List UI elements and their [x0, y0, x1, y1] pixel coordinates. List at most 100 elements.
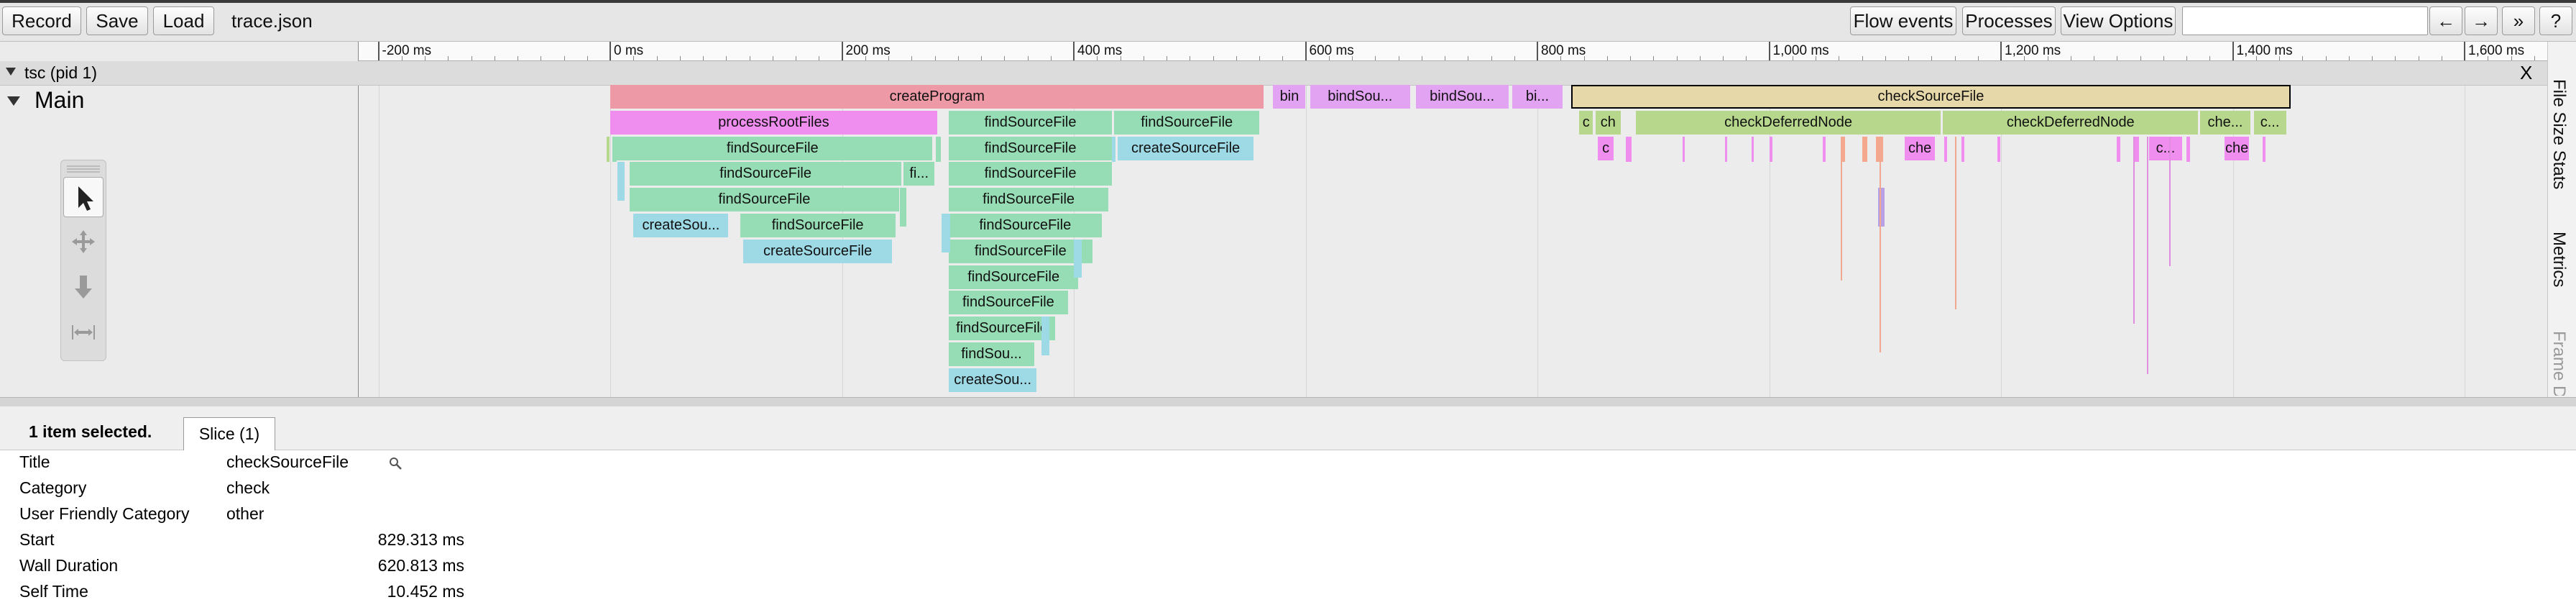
trace-slice[interactable]: findSourceFile	[948, 162, 1113, 186]
trace-slice-small[interactable]	[1074, 239, 1082, 278]
trace-slice[interactable]: checkDeferredNode	[1636, 110, 1941, 135]
trace-slice[interactable]: processRootFiles	[610, 110, 937, 135]
side-tab-metrics[interactable]: Metrics	[2549, 232, 2569, 287]
trace-slice[interactable]: findSourceFile	[948, 265, 1079, 289]
trace-slice[interactable]: findSourceFile	[948, 317, 1056, 341]
save-button[interactable]: Save	[86, 6, 148, 35]
trace-slice[interactable]: c	[1579, 110, 1593, 135]
trace-slice-small[interactable]	[1822, 136, 1826, 163]
trace-slice-small[interactable]	[2147, 136, 2149, 374]
side-tab-file-size-stats[interactable]: File Size Stats	[2549, 79, 2569, 189]
ruler-tick-label: 800 ms	[1541, 43, 1586, 58]
trace-slice[interactable]: che	[1905, 136, 1936, 160]
trace-slice-small[interactable]	[1769, 136, 1772, 163]
search-next-button[interactable]: →	[2465, 6, 2498, 35]
trace-slice-small[interactable]	[2263, 136, 2266, 163]
palette-drag-handle[interactable]	[67, 165, 100, 173]
trace-slice[interactable]: c	[1597, 136, 1614, 160]
trace-slice[interactable]: findSourceFile	[948, 214, 1102, 237]
trace-slice-small[interactable]	[1879, 136, 1881, 352]
trace-slice-small[interactable]	[1752, 136, 1754, 163]
trace-slice[interactable]: findSourceFile	[948, 136, 1113, 160]
trace-slice-small[interactable]	[2133, 136, 2135, 324]
trace-slice[interactable]: createSourceFile	[1118, 136, 1254, 160]
trace-slice[interactable]: bindSou...	[1415, 85, 1509, 109]
trace-slice[interactable]: findSourceFile	[948, 110, 1113, 135]
pan-tool-icon[interactable]	[63, 222, 104, 262]
property-value[interactable]: checkSourceFile	[226, 449, 349, 475]
ruler-minor-tick	[888, 56, 889, 60]
trace-slice-small[interactable]	[1041, 317, 1049, 355]
trace-slice-small[interactable]	[1725, 136, 1728, 163]
ruler-tick-mark	[2464, 42, 2465, 60]
trace-slice[interactable]: bindSou...	[1310, 85, 1410, 109]
trace-slice[interactable]: findSourceFile	[630, 162, 901, 186]
trace-slice-small[interactable]	[936, 136, 942, 163]
trace-slice[interactable]: findSourceFile	[948, 291, 1068, 315]
trace-slice-small[interactable]	[607, 136, 610, 163]
trace-slice[interactable]: createProgram	[610, 85, 1264, 109]
trace-slice-small[interactable]	[1961, 136, 1965, 163]
trace-slice[interactable]: che...	[2200, 110, 2250, 135]
trace-slice[interactable]: fi...	[903, 162, 935, 186]
collapse-process-icon[interactable]	[6, 68, 16, 76]
trace-slice-small[interactable]	[1862, 136, 1867, 163]
trace-slice-small[interactable]	[942, 214, 951, 252]
trace-slice[interactable]: bin	[1273, 85, 1306, 109]
trace-slice[interactable]: checkDeferredNode	[1943, 110, 2199, 135]
side-tab-frame-data[interactable]: Frame D	[2549, 331, 2569, 396]
search-input[interactable]	[2182, 6, 2428, 35]
search-icon[interactable]	[388, 456, 402, 470]
trace-slice[interactable]: findSourceFile	[612, 136, 933, 160]
trace-slice[interactable]: findSourceFile	[948, 188, 1109, 212]
trace-slice-small[interactable]	[2186, 136, 2190, 163]
property-value: 620.813 ms	[377, 556, 464, 575]
trace-slice-small[interactable]	[900, 188, 907, 227]
flow-events-button[interactable]: Flow events	[1850, 6, 1956, 35]
trace-slice-small[interactable]	[612, 136, 617, 163]
analysis-header	[0, 406, 2576, 450]
trace-slice-small[interactable]	[1954, 136, 1956, 309]
trace-slice[interactable]: ch	[1595, 110, 1622, 135]
trace-slice-small[interactable]	[1625, 136, 1632, 163]
trace-slice[interactable]: findSourceFile	[740, 214, 896, 237]
tab-slice[interactable]: Slice (1)	[183, 417, 275, 450]
trace-slice[interactable]: che	[2225, 136, 2250, 160]
trace-slice-small[interactable]	[1841, 136, 1843, 281]
trace-slice[interactable]: checkSourceFile	[1570, 85, 2291, 109]
search-prev-button[interactable]: ←	[2429, 6, 2462, 35]
ruler-minor-tick	[2348, 56, 2350, 60]
time-ruler[interactable]	[358, 42, 2548, 61]
trace-slice[interactable]: createSou...	[633, 214, 729, 237]
trace-slice[interactable]: findSourceFile	[1114, 110, 1259, 135]
trace-slice[interactable]: findSourceFile	[948, 239, 1092, 263]
trace-slice-small[interactable]	[1682, 136, 1685, 163]
view-options-button[interactable]: View Options	[2061, 6, 2176, 35]
panel-resize-divider[interactable]	[0, 397, 2576, 407]
trace-slice[interactable]: createSou...	[948, 368, 1037, 392]
trace-slice-small[interactable]	[2117, 136, 2121, 163]
trace-slice-small[interactable]	[1997, 136, 2001, 163]
select-tool-icon[interactable]	[63, 177, 104, 217]
zoom-tool-icon[interactable]	[63, 267, 104, 307]
timing-tool-icon[interactable]	[63, 312, 104, 352]
trace-slice[interactable]: createSourceFile	[743, 239, 892, 263]
trace-slice[interactable]: findSou...	[948, 342, 1035, 366]
trace-slice-small[interactable]	[1112, 136, 1116, 163]
trace-slice[interactable]: c...	[2253, 110, 2286, 135]
close-process-button[interactable]: X	[2520, 61, 2532, 85]
more-button[interactable]: »	[2502, 6, 2535, 35]
trace-slice-small[interactable]	[617, 162, 625, 201]
trace-slice[interactable]: bi...	[1512, 85, 1563, 109]
trace-slice-small[interactable]	[2168, 136, 2171, 266]
trace-slice[interactable]: findSourceFile	[630, 188, 899, 212]
trace-slice-small[interactable]	[1944, 136, 1947, 163]
help-button[interactable]: ?	[2539, 6, 2572, 35]
processes-button[interactable]: Processes	[1962, 6, 2056, 35]
collapse-thread-icon[interactable]	[7, 96, 20, 106]
process-header[interactable]	[0, 61, 2547, 86]
load-button[interactable]: Load	[153, 6, 214, 35]
ruler-minor-tick	[586, 56, 588, 60]
trace-slice[interactable]: c...	[2149, 136, 2182, 160]
record-button[interactable]: Record	[2, 6, 81, 35]
